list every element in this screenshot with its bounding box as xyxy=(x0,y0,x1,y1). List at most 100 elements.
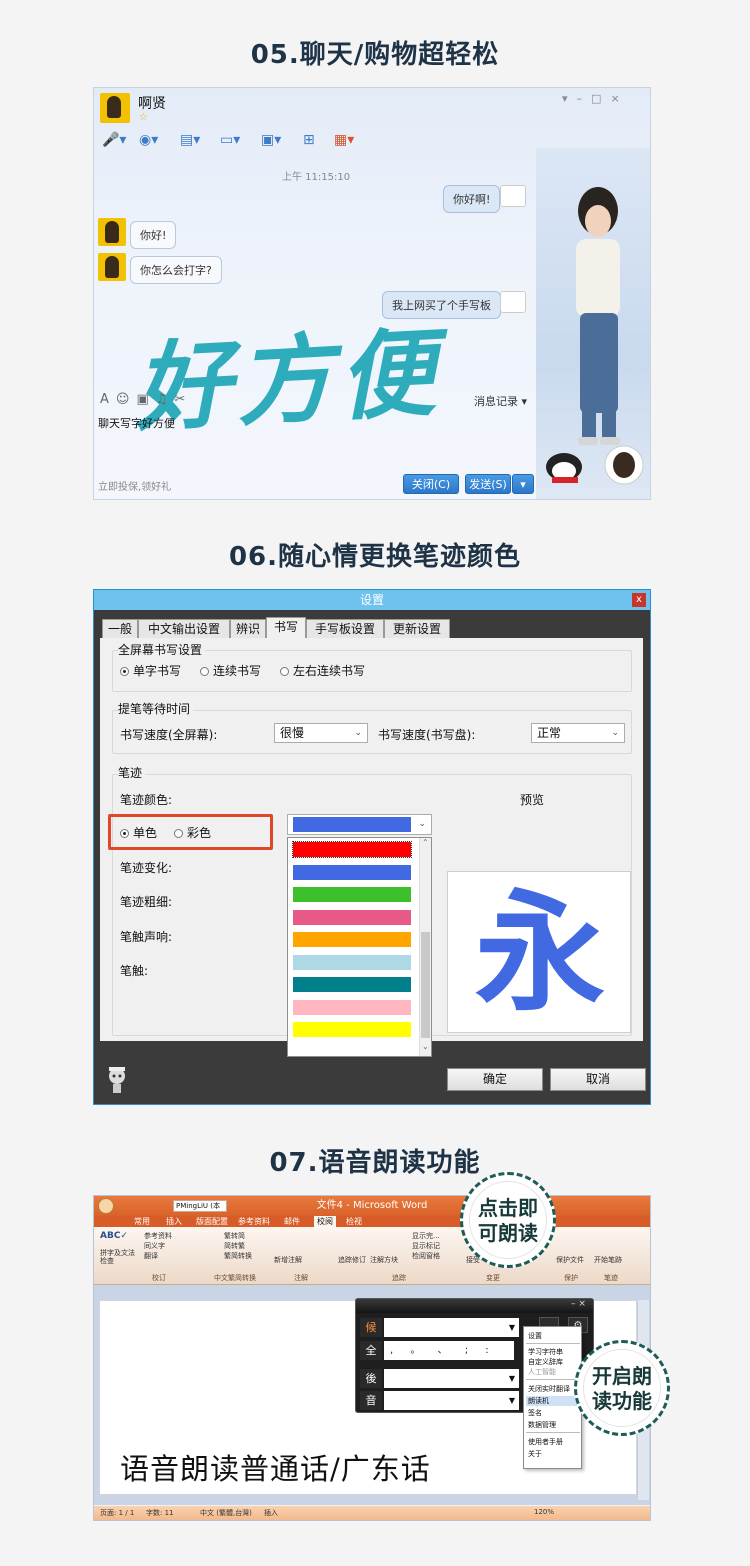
color-option-swatch[interactable] xyxy=(293,887,411,902)
screen-share-icon[interactable]: ▤▾ xyxy=(180,132,200,148)
scrollbar-thumb[interactable] xyxy=(421,932,430,1038)
menu-item-settings[interactable]: 设置 xyxy=(528,1331,542,1341)
tab-update-settings[interactable]: 更新设置 xyxy=(384,619,450,639)
protect-document-button[interactable]: 保护文件 xyxy=(556,1255,584,1265)
color-option-swatch[interactable] xyxy=(293,1022,411,1037)
zoom-level[interactable]: 120% xyxy=(534,1508,554,1516)
apps-icon[interactable]: ▦▾ xyxy=(334,132,354,148)
radio-left-right[interactable]: 左右连续书写 xyxy=(280,662,365,679)
scissors-icon[interactable]: ✂ xyxy=(174,392,185,407)
color-option-swatch[interactable] xyxy=(292,841,412,858)
window-controls[interactable]: ▾–□× xyxy=(562,92,629,105)
spellcheck-icon[interactable]: ABC✓ xyxy=(100,1231,128,1241)
chat-input-field[interactable]: 聊天写字好方便 xyxy=(98,415,175,431)
message-history-link[interactable]: 消息记录 ▾ xyxy=(474,393,527,409)
tab-view[interactable]: 检视 xyxy=(346,1216,362,1227)
tab-references[interactable]: 参考资料 xyxy=(238,1216,270,1227)
chevron-down-icon[interactable]: ▼ xyxy=(505,1318,519,1337)
cancel-button[interactable]: 取消 xyxy=(550,1068,646,1091)
tab-review[interactable]: 校阅 xyxy=(314,1216,336,1227)
color-option-swatch[interactable] xyxy=(293,932,411,947)
emoji-icon[interactable]: ☺ xyxy=(116,392,130,407)
menu-item-data-management[interactable]: 数据管理 xyxy=(528,1420,556,1430)
input-toolbar[interactable]: A ☺ ▣ ♫ ✂ xyxy=(100,392,192,407)
new-comment-button[interactable]: 新增注解 xyxy=(274,1255,302,1265)
tab-layout[interactable]: 版面配置 xyxy=(196,1216,228,1227)
ime-candidate-field[interactable] xyxy=(384,1318,514,1337)
scroll-down-icon[interactable]: ⌄ xyxy=(422,1042,429,1051)
balloons-button[interactable]: 注解方块 xyxy=(370,1255,398,1265)
tab-writing[interactable]: 书写 xyxy=(266,617,306,639)
research-button[interactable]: 参考资料 xyxy=(144,1231,172,1241)
tab-insert[interactable]: 插入 xyxy=(166,1216,182,1227)
reviewing-pane-button[interactable]: 检阅窗格 xyxy=(412,1251,440,1261)
ime-after-field[interactable] xyxy=(384,1369,514,1388)
contact-avatar[interactable] xyxy=(100,93,130,123)
footer-promo-link[interactable]: 立即投保,领好礼 xyxy=(98,478,171,493)
send-button[interactable]: 发送(S) xyxy=(465,474,511,494)
translate-button[interactable]: 翻译 xyxy=(144,1251,158,1261)
file-transfer-icon[interactable]: ▭▾ xyxy=(220,132,240,148)
start-inking-button[interactable]: 开始笔跡 xyxy=(594,1255,622,1265)
status-words[interactable]: 字数: 11 xyxy=(146,1508,174,1518)
tab-home[interactable]: 常用 xyxy=(134,1216,150,1227)
send-options-dropdown[interactable]: ▾ xyxy=(512,474,534,494)
radio-mono-color[interactable]: 单色 xyxy=(120,824,157,841)
document-text[interactable]: 语音朗读普通话/广东话 xyxy=(120,1446,431,1488)
menu-item-learn-string[interactable]: 学习字符串 xyxy=(528,1347,563,1357)
ime-candidate-key[interactable]: 候 xyxy=(360,1318,382,1337)
color-option-swatch[interactable] xyxy=(293,954,411,970)
color-option-swatch[interactable] xyxy=(293,977,411,992)
image-icon[interactable]: ▣ xyxy=(136,392,148,407)
status-page[interactable]: 页面: 1 / 1 xyxy=(100,1508,134,1518)
radio-single-char[interactable]: 单字书写 xyxy=(120,662,181,679)
minimize-icon[interactable]: – xyxy=(577,92,592,105)
color-dropdown-list[interactable]: ⌃ ⌄ xyxy=(287,837,432,1057)
ime-sound-key[interactable]: 音 xyxy=(360,1391,382,1410)
menu-dropdown-icon[interactable]: ▾ xyxy=(562,92,577,105)
dialog-close-button[interactable]: x xyxy=(632,593,646,607)
add-member-icon[interactable]: ⊞ xyxy=(303,132,315,148)
menu-item-realtime-translate[interactable]: 关闭实时翻译 xyxy=(528,1384,570,1394)
status-mode[interactable]: 插入 xyxy=(264,1508,278,1518)
office-button[interactable] xyxy=(98,1198,114,1214)
close-icon[interactable]: × xyxy=(610,92,628,105)
ok-button[interactable]: 确定 xyxy=(447,1068,543,1091)
color-option-swatch[interactable] xyxy=(293,909,411,925)
dropdown-scrollbar[interactable]: ⌃ ⌄ xyxy=(419,838,431,1056)
tab-tablet-settings[interactable]: 手写板设置 xyxy=(306,619,384,639)
music-icon[interactable]: ♫ xyxy=(156,392,168,407)
video-call-icon[interactable]: ◉▾ xyxy=(139,132,158,148)
ime-after-key[interactable]: 後 xyxy=(360,1369,382,1388)
ime-close-icon[interactable]: – × xyxy=(571,1299,586,1309)
convert-button[interactable]: 繁简转换 xyxy=(224,1251,252,1261)
track-changes-button[interactable]: 追踪修订 xyxy=(338,1255,366,1265)
menu-item-reader[interactable]: 朗读机 xyxy=(526,1396,580,1406)
scroll-up-icon[interactable]: ⌃ xyxy=(422,838,429,847)
ime-header[interactable] xyxy=(356,1299,593,1313)
speed-fullscreen-select[interactable]: 很慢 ⌄ xyxy=(274,723,368,743)
chevron-down-icon[interactable]: ▼ xyxy=(505,1391,519,1410)
color-option-swatch[interactable] xyxy=(293,864,411,880)
voice-call-icon[interactable]: 🎤▾ xyxy=(102,132,126,148)
speed-pad-select[interactable]: 正常 ⌄ xyxy=(531,723,625,743)
menu-item-about[interactable]: 关于 xyxy=(528,1449,542,1459)
font-icon[interactable]: A xyxy=(100,392,109,407)
color-option-swatch[interactable] xyxy=(293,999,411,1015)
show-markup-button[interactable]: 显示标记 xyxy=(412,1241,440,1251)
ime-punctuation-field[interactable]: , 。 、 ; : ? xyxy=(384,1341,514,1375)
thesaurus-button[interactable]: 同义字 xyxy=(144,1241,165,1251)
display-review-select[interactable]: 显示完... xyxy=(412,1231,440,1241)
menu-item-user-manual[interactable]: 使用者手册 xyxy=(528,1437,563,1447)
font-name-box[interactable]: PMingLiU (本 xyxy=(173,1200,227,1212)
chevron-down-icon[interactable]: ▼ xyxy=(505,1369,519,1388)
close-button[interactable]: 关闭(C) xyxy=(403,474,459,494)
simp-to-trad-button[interactable]: 简转繁 xyxy=(224,1241,245,1251)
menu-item-ai[interactable]: 人工智能 xyxy=(528,1367,556,1377)
menu-item-custom-dict[interactable]: 自定义辞库 xyxy=(528,1357,563,1367)
menu-item-signature[interactable]: 签名 xyxy=(528,1408,542,1418)
remote-desktop-icon[interactable]: ▣▾ xyxy=(261,132,281,148)
stroke-color-select[interactable]: ⌄ xyxy=(287,814,432,835)
status-language[interactable]: 中文 (繁體,台灣) xyxy=(200,1508,252,1518)
ime-fullwidth-key[interactable]: 全 xyxy=(360,1341,382,1360)
